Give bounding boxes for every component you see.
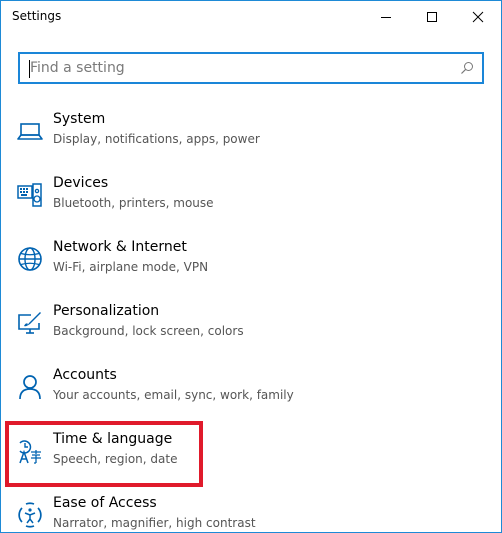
settings-item-devices[interactable]: Devices Bluetooth, printers, mouse	[1, 165, 501, 229]
settings-item-description: Narrator, magnifier, high contrast	[53, 516, 256, 530]
settings-item-label: Devices	[53, 175, 109, 191]
settings-item-time-language[interactable]: Time & language Speech, region, date	[1, 421, 501, 485]
minimize-button[interactable]	[363, 1, 409, 33]
minimize-icon	[381, 17, 391, 18]
window-title: Settings	[12, 9, 62, 23]
settings-item-description: Speech, region, date	[53, 452, 178, 466]
laptop-icon	[17, 123, 43, 140]
close-button[interactable]	[455, 1, 501, 33]
settings-item-ease-of-access[interactable]: Ease of Access Narrator, magnifier, high…	[1, 485, 501, 532]
settings-item-label: Personalization	[53, 303, 160, 319]
search-input[interactable]	[30, 59, 450, 77]
settings-item-accounts[interactable]: Accounts Your accounts, email, sync, wor…	[1, 357, 501, 421]
settings-item-label: Network & Internet	[53, 239, 187, 255]
settings-item-network[interactable]: Network & Internet Wi-Fi, airplane mode,…	[1, 229, 501, 293]
globe-icon	[18, 247, 42, 271]
ease-of-access-icon	[18, 502, 42, 528]
settings-item-label: Ease of Access	[53, 495, 157, 511]
maximize-button[interactable]	[409, 1, 455, 33]
search-icon[interactable]	[460, 61, 474, 75]
settings-item-system[interactable]: System Display, notifications, apps, pow…	[1, 101, 501, 165]
close-icon	[472, 11, 484, 23]
search-box[interactable]	[18, 52, 484, 84]
settings-item-description: Bluetooth, printers, mouse	[53, 196, 214, 210]
devices-icon	[17, 183, 42, 207]
settings-item-description: Wi-Fi, airplane mode, VPN	[53, 260, 209, 274]
maximize-icon	[427, 12, 437, 22]
title-bar[interactable]: Settings	[1, 1, 501, 33]
settings-item-description: Your accounts, email, sync, work, family	[53, 388, 294, 402]
settings-item-description: Background, lock screen, colors	[53, 324, 244, 338]
person-icon	[19, 375, 41, 400]
time-language-icon	[19, 440, 41, 464]
settings-item-label: Accounts	[53, 367, 117, 383]
personalization-icon	[18, 312, 41, 334]
settings-item-personalization[interactable]: Personalization Background, lock screen,…	[1, 293, 501, 357]
settings-window: Settings Find a setting System Display, …	[0, 0, 502, 533]
settings-item-label: Time & language	[53, 431, 173, 447]
settings-item-label: System	[53, 111, 106, 127]
settings-item-description: Display, notifications, apps, power	[53, 132, 260, 146]
